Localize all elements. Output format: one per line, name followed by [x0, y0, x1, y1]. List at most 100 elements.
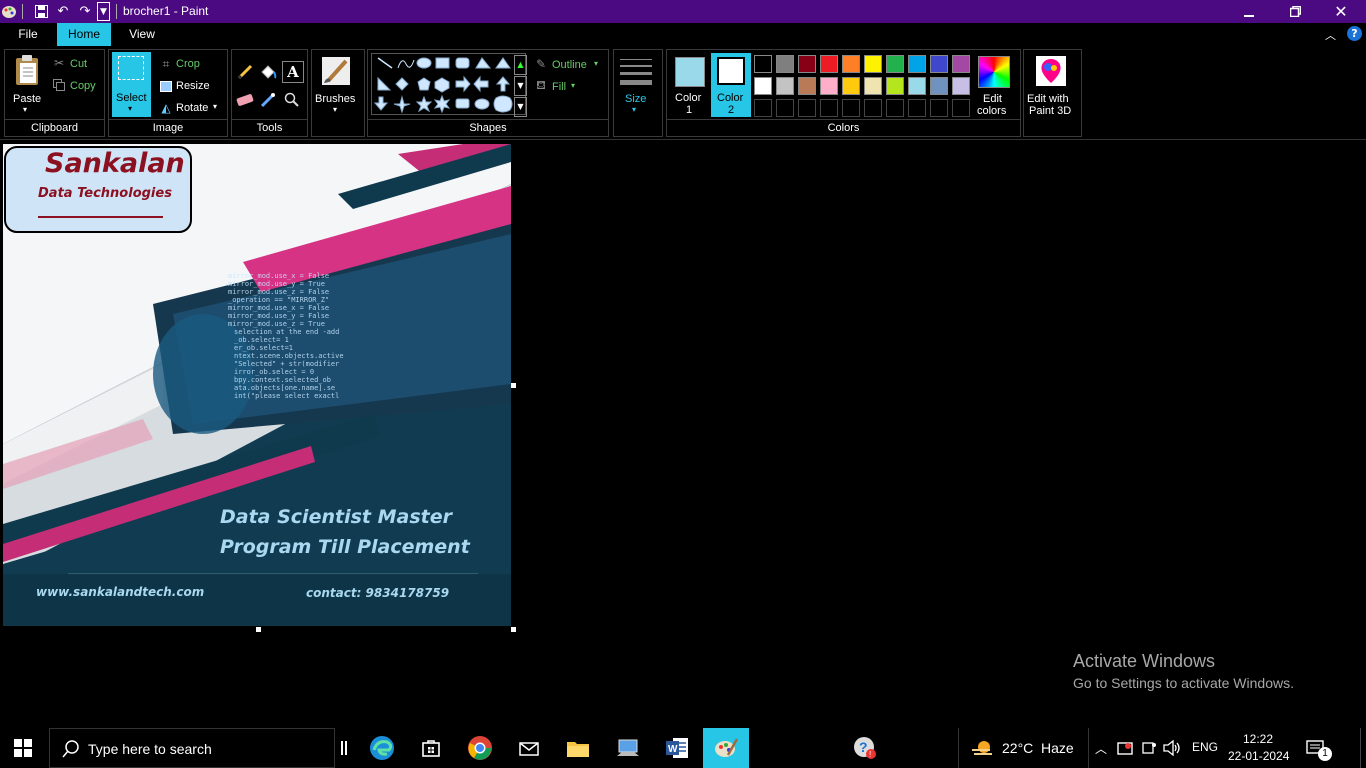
paste-button[interactable]: Paste — [13, 93, 41, 105]
tab-view[interactable]: View — [114, 23, 170, 46]
paint3d-icon[interactable] — [1036, 56, 1066, 86]
shapes-icons[interactable] — [372, 54, 527, 116]
paint-app-icon[interactable] — [0, 3, 18, 20]
edit-colors-icon[interactable] — [978, 56, 1010, 88]
palette-swatch[interactable] — [864, 55, 882, 73]
palette-swatch[interactable] — [776, 55, 794, 73]
magnifier-icon[interactable] — [282, 90, 302, 110]
weather-haze-icon[interactable] — [962, 728, 1002, 768]
color-picker-icon[interactable] — [258, 90, 278, 110]
canvas-resize-handle-corner[interactable] — [511, 627, 516, 632]
drawing-canvas[interactable]: Sankalan Data Technologies mirror_mod.us… — [3, 144, 511, 626]
palette-swatch[interactable] — [798, 77, 816, 95]
palette-swatch[interactable] — [820, 99, 838, 117]
edge-browser-icon[interactable] — [359, 728, 405, 768]
color2-button[interactable]: Color 2 — [711, 53, 751, 117]
chevron-down-icon[interactable]: ▾ — [571, 81, 575, 90]
chevron-down-icon[interactable]: ▾ — [594, 59, 598, 68]
palette-swatch[interactable] — [754, 77, 772, 95]
chevron-down-icon[interactable]: ▾ — [23, 105, 27, 114]
close-button[interactable]: ✕ — [1318, 0, 1364, 23]
palette-swatch[interactable] — [798, 99, 816, 117]
language-indicator[interactable]: ENG — [1192, 740, 1218, 754]
paste-icon[interactable] — [11, 53, 43, 87]
chevron-down-icon[interactable]: ▾ — [632, 105, 636, 114]
fill-bucket-icon[interactable] — [258, 62, 278, 82]
line-size-icon[interactable] — [620, 56, 652, 86]
restore-button[interactable] — [1272, 0, 1318, 23]
weather-description[interactable]: Haze — [1041, 740, 1074, 756]
customize-toolbar-icon[interactable]: ▼ — [97, 2, 110, 21]
palette-swatch[interactable] — [864, 77, 882, 95]
palette-swatch[interactable] — [820, 77, 838, 95]
cut-button[interactable]: Cut — [70, 58, 87, 70]
palette-swatch[interactable] — [842, 99, 860, 117]
expand-shapes-icon[interactable]: ▼ — [514, 97, 527, 117]
edit-colors-button[interactable]: Edit — [983, 93, 1002, 105]
taskbar-search-box[interactable]: Type here to search — [49, 728, 335, 768]
palette-swatch[interactable] — [908, 77, 926, 95]
collapse-ribbon-icon[interactable]: ︿ — [1325, 27, 1336, 43]
pencil-icon[interactable] — [235, 62, 255, 82]
color1-button[interactable]: Color 1 — [670, 53, 708, 117]
palette-swatch[interactable] — [886, 99, 904, 117]
palette-swatch[interactable] — [842, 77, 860, 95]
teams-icon[interactable] — [1138, 728, 1160, 768]
outline-button[interactable]: Outline — [552, 59, 587, 71]
save-icon[interactable] — [32, 3, 50, 20]
palette-swatch[interactable] — [930, 77, 948, 95]
chevron-down-icon[interactable]: ▾ — [333, 105, 337, 114]
palette-swatch[interactable] — [820, 55, 838, 73]
paint-taskbar-icon[interactable] — [703, 728, 749, 768]
weather-temperature[interactable]: 22°C — [1002, 740, 1033, 756]
mail-icon[interactable] — [506, 728, 552, 768]
scroll-up-icon[interactable]: ▲ — [514, 55, 527, 75]
help-icon[interactable]: ? — [1347, 26, 1362, 41]
store-icon[interactable] — [408, 728, 454, 768]
copy-button[interactable]: Copy — [70, 80, 96, 92]
palette-swatch[interactable] — [842, 55, 860, 73]
fill-button[interactable]: Fill — [552, 81, 566, 93]
show-desktop-button[interactable] — [1360, 728, 1366, 768]
notifications-icon[interactable]: 1 — [1296, 728, 1336, 768]
palette-swatch[interactable] — [952, 77, 970, 95]
palette-swatch[interactable] — [886, 77, 904, 95]
word-icon[interactable]: W — [654, 728, 700, 768]
brush-icon[interactable] — [319, 54, 353, 88]
clock[interactable]: 12:22 22-01-2024 — [1222, 728, 1292, 768]
resize-button[interactable]: Resize — [176, 80, 210, 92]
show-hidden-icons-icon[interactable]: ︿ — [1090, 728, 1112, 768]
tab-file[interactable]: File — [0, 23, 56, 46]
canvas-resize-handle-bottom[interactable] — [256, 627, 261, 632]
file-explorer-icon[interactable] — [555, 728, 601, 768]
text-tool-icon[interactable]: A — [282, 61, 304, 83]
this-pc-icon[interactable] — [605, 728, 651, 768]
scroll-down-icon[interactable]: ▼ — [514, 76, 527, 96]
meet-now-icon[interactable] — [1114, 728, 1136, 768]
palette-swatch[interactable] — [754, 99, 772, 117]
palette-swatch[interactable] — [952, 55, 970, 73]
palette-swatch[interactable] — [930, 99, 948, 117]
undo-icon[interactable]: ↶ — [54, 3, 72, 20]
rotate-button[interactable]: Rotate — [176, 102, 208, 114]
canvas-resize-handle-right[interactable] — [511, 383, 516, 388]
minimize-button[interactable] — [1226, 0, 1272, 23]
crop-button[interactable]: Crop — [176, 58, 200, 70]
palette-swatch[interactable] — [798, 55, 816, 73]
task-view-icon[interactable] — [336, 728, 352, 768]
palette-swatch[interactable] — [776, 77, 794, 95]
palette-swatch[interactable] — [908, 99, 926, 117]
palette-swatch[interactable] — [930, 55, 948, 73]
chevron-down-icon[interactable]: ▾ — [213, 102, 217, 111]
palette-swatch[interactable] — [908, 55, 926, 73]
chrome-icon[interactable] — [457, 728, 503, 768]
eraser-icon[interactable] — [235, 90, 255, 110]
edit-with-paint3d-button[interactable]: Edit with — [1027, 93, 1069, 105]
brushes-button[interactable]: Brushes — [315, 93, 355, 105]
select-button[interactable]: Select ▾ — [112, 52, 151, 117]
palette-swatch[interactable] — [952, 99, 970, 117]
tab-home[interactable]: Home — [57, 23, 111, 46]
speaker-icon[interactable] — [1161, 728, 1183, 768]
redo-icon[interactable]: ↷ — [76, 3, 94, 20]
start-button[interactable] — [0, 728, 46, 768]
